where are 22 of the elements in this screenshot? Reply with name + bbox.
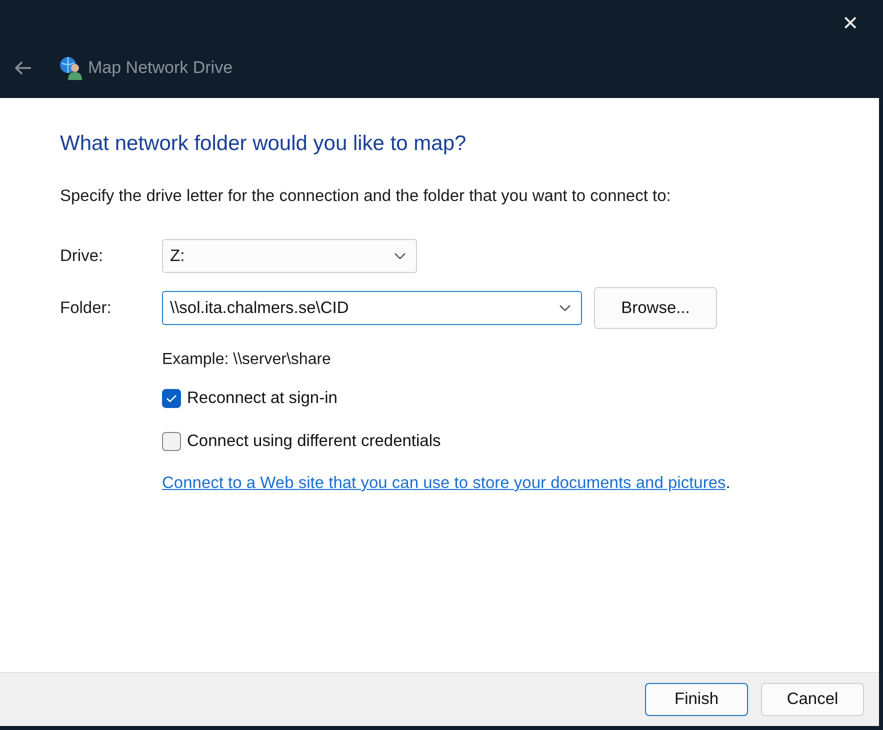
example-text: Example: \\server\share <box>162 351 332 369</box>
checkbox[interactable] <box>162 389 181 408</box>
checkbox[interactable] <box>162 432 181 451</box>
folder-label: Folder: <box>60 298 112 318</box>
browse-button[interactable]: Browse... <box>594 287 717 329</box>
dialog-button[interactable]: Finish <box>645 683 748 716</box>
web-site-link[interactable]: Connect to a Web site that you can use to store your documents and pictures <box>162 474 726 492</box>
checkbox-label[interactable]: Connect using different credentials <box>187 432 441 451</box>
checkmark-icon <box>166 394 177 403</box>
chevron-down-icon <box>559 304 571 312</box>
folder-combo-field[interactable]: \\sol.ita.chalmers.se\CID <box>162 291 582 325</box>
window-title: Map Network Drive <box>88 58 233 78</box>
web-site-sentence: Connect to a Web site that you can use to store your documents and pictures. <box>162 474 732 493</box>
drive-label: Drive: <box>60 246 104 266</box>
drive-dropdown[interactable]: Z: <box>162 239 417 273</box>
chevron-down-icon <box>394 252 406 260</box>
network-globe-icon <box>58 55 84 81</box>
dialog-button[interactable]: Cancel <box>761 683 864 716</box>
instruction-text: Specify the drive letter for the connection and the folder that you want to connect to: <box>60 187 672 206</box>
dialog-heading: What network folder would you like to map? <box>60 132 468 156</box>
checkbox-label[interactable]: Reconnect at sign-in <box>187 389 338 408</box>
close-button[interactable]: ✕ <box>836 6 865 40</box>
